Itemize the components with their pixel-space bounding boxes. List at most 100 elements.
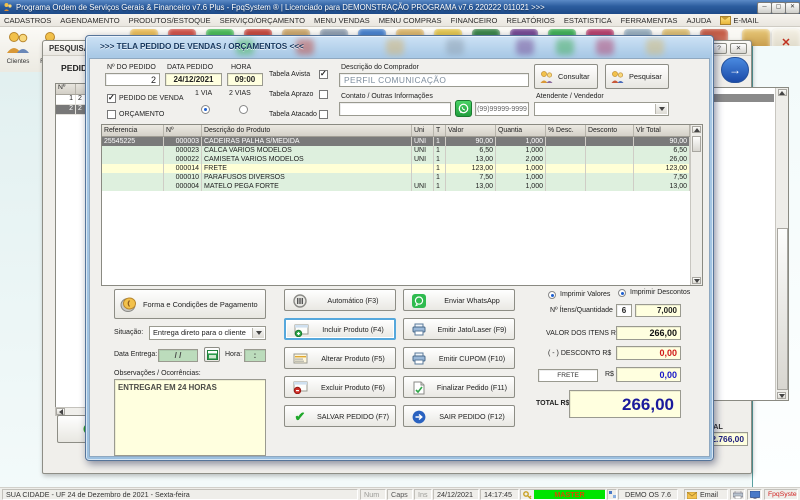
product-row[interactable]: 000023CALCA VARIOS MODELOSUNI16,501,0006… — [102, 146, 702, 155]
chevron-down-icon[interactable] — [655, 104, 667, 114]
num-pedido-field[interactable]: 2 — [105, 73, 160, 86]
menu-item-menu-compras[interactable]: MENU COMPRAS — [379, 16, 442, 25]
frete-button[interactable]: FRETE — [538, 369, 598, 382]
pesquisar-people-icon — [610, 70, 625, 84]
hora-entrega-field[interactable]: : — [244, 349, 266, 362]
product-row[interactable]: 000010PARAFUSOS DIVERSOS17,501,0007,50 — [102, 173, 702, 182]
pedido-venda-checkbox[interactable] — [107, 94, 116, 103]
products-vscrollbar[interactable] — [690, 125, 702, 285]
menu-item-financeiro[interactable]: FINANCEIRO — [451, 16, 498, 25]
tabela-aprazo-checkbox[interactable] — [319, 90, 328, 99]
status-date: 24/12/2021 — [433, 489, 479, 500]
scroll-left-icon[interactable] — [56, 408, 65, 415]
status-caps: Caps — [387, 489, 413, 500]
column-header[interactable]: Valor — [446, 125, 496, 136]
situacao-dropdown[interactable]: Entrega direto para o cliente — [149, 326, 266, 340]
scroll-up-icon[interactable] — [692, 126, 701, 133]
column-header[interactable]: T — [434, 125, 446, 136]
menu-item-produtos-estoque[interactable]: PRODUTOS/ESTOQUE — [129, 16, 211, 25]
scroll-thumb[interactable] — [692, 136, 701, 152]
column-header[interactable]: % Desc. — [546, 125, 586, 136]
dialog-titlebar[interactable]: >>> TELA PEDIDO DE VENDAS / ORÇAMENTOS <… — [86, 36, 713, 58]
menu-item-ferramentas[interactable]: FERRAMENTAS — [621, 16, 678, 25]
via1-radio[interactable] — [201, 105, 210, 114]
automatico-button[interactable]: Automático (F3) — [284, 289, 396, 311]
emitir-jato-laser-button[interactable]: Emitir Jato/Laser (F9) — [403, 318, 515, 340]
app-logo-icon — [3, 2, 13, 12]
scroll-down-icon[interactable] — [692, 277, 701, 284]
pesquisa-vscrollbar[interactable] — [775, 88, 788, 400]
arrow-right-icon: → — [729, 63, 741, 77]
check-icon: ✔ — [292, 409, 308, 424]
contato-field[interactable] — [339, 102, 451, 116]
emitir-cupom-button[interactable]: Emitir CUPOM (F10) — [403, 347, 515, 369]
data-pedido-field[interactable]: 24/12/2021 — [165, 73, 222, 86]
titlebar-glass-reflection — [386, 39, 404, 55]
column-header[interactable]: Desconto — [586, 125, 634, 136]
status-monitor-panel[interactable] — [747, 489, 762, 500]
scroll-thumb[interactable] — [777, 228, 788, 390]
status-print-panel[interactable] — [730, 489, 745, 500]
alterar-produto-button[interactable]: Alterar Produto (F5) — [284, 347, 396, 369]
hora-pedido-field[interactable]: 09:00 — [227, 73, 263, 86]
atendente-label: Atendente / Vendedor — [536, 93, 604, 100]
imprimir-valores-radio[interactable] — [548, 291, 556, 299]
pesquisa-close-button[interactable]: ✕ — [730, 43, 747, 54]
scroll-down-icon[interactable] — [777, 392, 786, 399]
descricao-comprador-field[interactable]: PERFIL COMUNICAÇÃO — [339, 73, 529, 87]
menu-item-email[interactable]: E-MAIL — [720, 16, 758, 25]
minimize-button[interactable]: ─ — [757, 2, 772, 14]
maximize-button[interactable]: ▢ — [771, 2, 786, 14]
telefone-field[interactable]: (99)99999-9999 — [475, 102, 529, 116]
products-table-body: 25545225000003CADEIRAS PALHA S/MEDIDAUNI… — [102, 137, 702, 191]
column-header[interactable]: Quantia — [496, 125, 546, 136]
via2-radio[interactable] — [239, 105, 248, 114]
pesquisar-button[interactable]: Pesquisar — [605, 64, 669, 89]
menu-item-estatistica[interactable]: ESTATISTICA — [564, 16, 612, 25]
atendente-dropdown[interactable] — [534, 102, 669, 116]
column-header[interactable]: Vlr Total — [634, 125, 690, 136]
excluir-produto-button[interactable]: Excluir Produto (F6) — [284, 376, 396, 398]
clientes-icon[interactable] — [4, 29, 32, 55]
orcamento-checkbox[interactable] — [107, 110, 116, 119]
menu-item-cadastros[interactable]: CADASTROS — [4, 16, 51, 25]
itens-quantidade-label: Nº Ítens/Quantidade — [550, 307, 613, 314]
column-header[interactable]: Nº — [164, 125, 202, 136]
product-row[interactable]: 000004MATELO PEGA FORTEUNI113,001,00013,… — [102, 182, 702, 191]
consultar-button[interactable]: Consultar — [534, 64, 598, 89]
chevron-down-icon[interactable] — [252, 328, 264, 338]
calendar-button[interactable] — [204, 347, 220, 362]
close-button[interactable]: ✕ — [785, 2, 800, 14]
imprimir-valores-label: Imprimir Valores — [560, 291, 610, 298]
menu-item-menu-vendas[interactable]: MENU VENDAS — [314, 16, 370, 25]
product-row[interactable]: 25545225000003CADEIRAS PALHA S/MEDIDAUNI… — [102, 137, 702, 146]
pesquisa-go-button[interactable]: → — [721, 57, 749, 83]
product-row[interactable]: 000022CAMISETA VARIOS MODELOSUNI113,002,… — [102, 155, 702, 164]
titlebar-glass-reflection — [446, 39, 464, 55]
products-table[interactable]: ReferenciaNºDescrição do ProdutoUniTValo… — [101, 124, 703, 286]
whatsapp-button[interactable] — [455, 100, 472, 117]
scroll-up-icon[interactable] — [778, 89, 787, 96]
column-header[interactable]: Referencia — [102, 125, 164, 136]
observacoes-textarea[interactable]: ENTREGAR EM 24 HORAS — [114, 379, 266, 456]
menu-item-relat-rios[interactable]: RELATÓRIOS — [506, 16, 554, 25]
pagamento-button[interactable]: Forma e Condições de Pagamento — [114, 289, 266, 319]
tabela-avista-checkbox[interactable] — [319, 70, 328, 79]
tabela-atacado-checkbox[interactable] — [319, 110, 328, 119]
tabela-avista-label: Tabela Avista — [269, 71, 310, 78]
status-email[interactable]: Email — [684, 489, 728, 500]
sair-pedido-button[interactable]: SAIR PEDIDO (F12) — [403, 405, 515, 427]
menu-item-servi-o-or-amento[interactable]: SERVIÇO/ORÇAMENTO — [220, 16, 305, 25]
incluir-produto-button[interactable]: Incluir Produto (F4) — [284, 318, 396, 340]
data-entrega-field[interactable]: / / — [158, 349, 198, 362]
salvar-pedido-button[interactable]: ✔ SALVAR PEDIDO (F7) — [284, 405, 396, 427]
imprimir-descontos-radio[interactable] — [618, 289, 626, 297]
product-row[interactable]: 000014FRETE1123,001,000123,00 — [102, 164, 702, 173]
menu-item-ajuda[interactable]: AJUDA — [686, 16, 711, 25]
menu-item-agendamento[interactable]: AGENDAMENTO — [60, 16, 119, 25]
orcamento-label: ORÇAMENTO — [119, 111, 164, 118]
enviar-whatsapp-button[interactable]: Enviar WhatsApp — [403, 289, 515, 311]
column-header[interactable]: Uni — [412, 125, 434, 136]
column-header[interactable]: Descrição do Produto — [202, 125, 412, 136]
finalizar-pedido-button[interactable]: Finalizar Pedido (F11) — [403, 376, 515, 398]
